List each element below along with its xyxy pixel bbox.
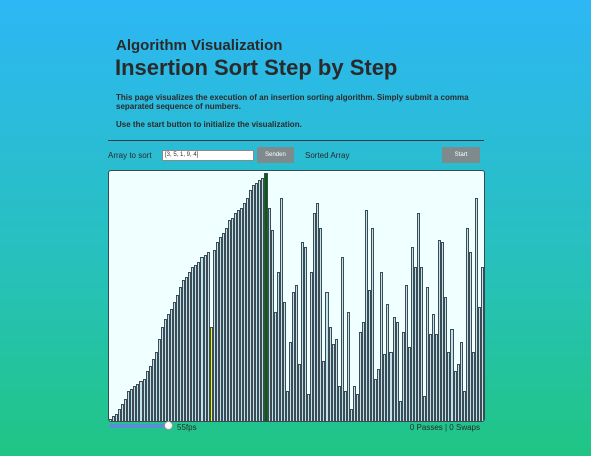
bar-canvas xyxy=(108,170,485,422)
page-subtitle: Algorithm Visualization xyxy=(116,37,283,54)
speed-slider-thumb[interactable] xyxy=(164,421,173,430)
divider xyxy=(108,140,484,141)
start-button[interactable]: Start xyxy=(442,147,480,163)
array-bar xyxy=(480,267,484,421)
page-description: This page visualizes the execution of an… xyxy=(116,93,469,111)
sorted-array-label: Sorted Array xyxy=(305,151,350,160)
page-title: Insertion Sort Step by Step xyxy=(115,55,398,80)
start-hint: Use the start button to initialize the v… xyxy=(116,120,302,129)
array-input[interactable] xyxy=(162,150,254,161)
send-button[interactable]: Senden xyxy=(257,147,294,163)
array-label: Array to sort xyxy=(108,151,152,160)
fps-label: 55fps xyxy=(177,423,197,432)
status-label: 0 Passes | 0 Swaps xyxy=(409,423,480,432)
array-bar xyxy=(346,311,350,421)
